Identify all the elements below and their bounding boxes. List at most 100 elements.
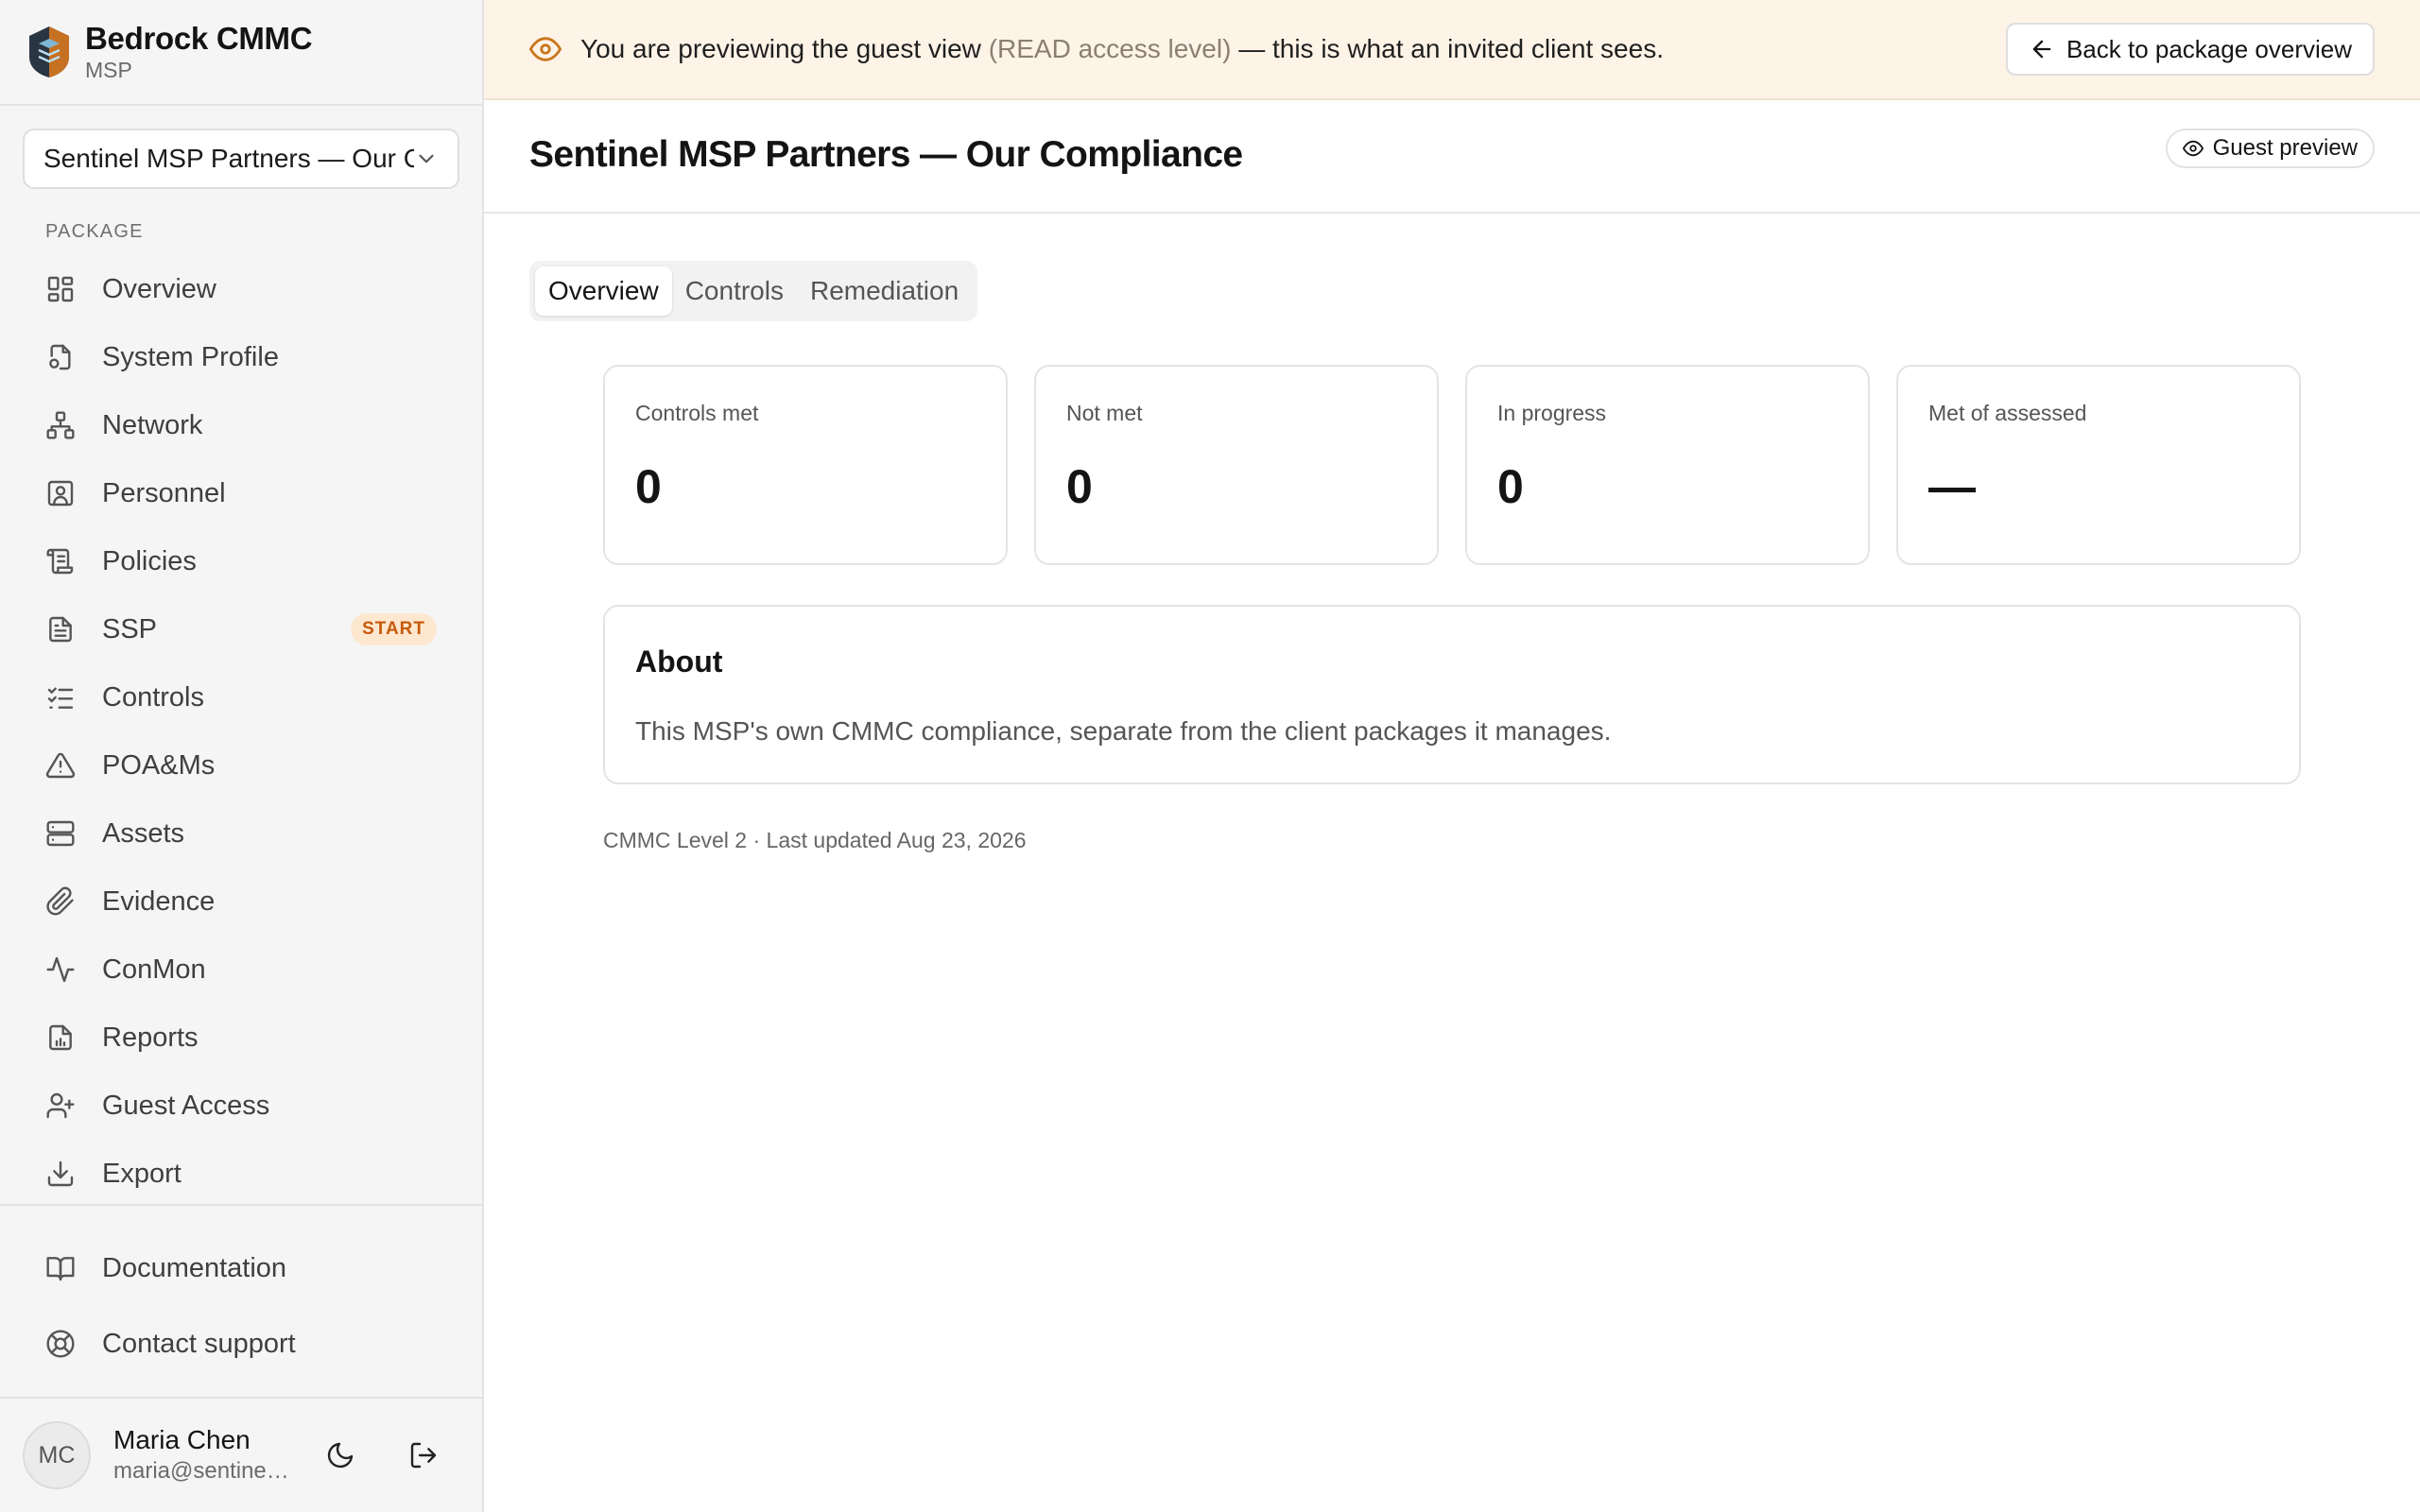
about-card: About This MSP's own CMMC compliance, se… — [603, 605, 2301, 784]
sidebar-item-reports[interactable]: Reports — [23, 1004, 461, 1072]
stat-value: 0 — [1066, 460, 1093, 513]
download-icon — [45, 1159, 76, 1189]
banner-text-start: You are previewing the guest view — [580, 34, 981, 63]
sidebar-item-label: ConMon — [102, 954, 206, 985]
app-root: Bedrock CMMC MSP Sentinel MSP Partners —… — [0, 0, 2420, 1512]
brand-name: Bedrock CMMC — [85, 21, 313, 56]
sidebar-item-poams[interactable]: POA&Ms — [23, 731, 461, 799]
sidebar-item-conmon[interactable]: ConMon — [23, 936, 461, 1004]
banner-access-level: (READ access level) — [988, 34, 1232, 63]
user-info: Maria Chen maria@sentinelmsp.com — [113, 1424, 293, 1486]
stat-card-in-progress: In progress 0 — [1465, 365, 1870, 565]
page-title: Sentinel MSP Partners — Our Compliance — [529, 134, 1243, 175]
page-header: Sentinel MSP Partners — Our Compliance G… — [484, 100, 2420, 214]
back-button-label: Back to package overview — [2066, 34, 2352, 63]
server-icon — [45, 818, 76, 849]
tab-controls[interactable]: Controls — [672, 266, 797, 316]
theme-toggle-button[interactable] — [314, 1429, 367, 1482]
sidebar-item-label: Reports — [102, 1022, 199, 1053]
stat-value: — — [1928, 460, 1976, 513]
banner-text-end: — this is what an invited client sees. — [1238, 34, 1664, 63]
about-text: This MSP's own CMMC compliance, separate… — [635, 716, 1612, 746]
brand-subtitle: MSP — [85, 58, 132, 82]
sidebar-item-label: Export — [102, 1158, 182, 1189]
sidebar-item-guest-access[interactable]: Guest Access — [23, 1072, 461, 1140]
sidebar-item-label: POA&Ms — [102, 749, 216, 781]
section-label-package: PACKAGE — [45, 221, 144, 242]
stat-label: In progress — [1497, 401, 1607, 425]
book-open-icon — [45, 1253, 76, 1283]
sidebar-divider — [0, 1204, 484, 1206]
sidebar-item-label: Personnel — [102, 477, 226, 508]
start-badge: START — [351, 613, 437, 645]
sidebar-item-label: Policies — [102, 545, 197, 576]
tab-remediation[interactable]: Remediation — [797, 266, 972, 316]
sidebar-nav: Overview System Profile Network Personne… — [23, 255, 461, 1208]
logout-icon — [410, 1442, 437, 1469]
package-meta: CMMC Level 2 · Last updated Aug 23, 2026 — [603, 828, 1027, 852]
user-email: maria@sentinelmsp.com — [113, 1458, 293, 1484]
file-settings-icon — [45, 342, 76, 372]
sidebar-item-ssp[interactable]: SSP START — [23, 595, 461, 663]
banner-text: You are previewing the guest view (READ … — [580, 34, 1664, 64]
network-icon — [45, 410, 76, 440]
sidebar-divider — [0, 1397, 484, 1399]
sidebar-item-policies[interactable]: Policies — [23, 527, 461, 595]
sidebar-item-evidence[interactable]: Evidence — [23, 868, 461, 936]
sidebar-item-label: Network — [102, 409, 203, 440]
sidebar: Bedrock CMMC MSP Sentinel MSP Partners —… — [0, 0, 484, 1512]
sidebar-item-network[interactable]: Network — [23, 391, 461, 459]
user-panel: MC Maria Chen maria@sentinelmsp.com — [23, 1419, 461, 1491]
sidebar-item-label: Documentation — [102, 1252, 287, 1283]
eye-icon — [2182, 140, 2204, 157]
activity-icon — [45, 954, 76, 985]
avatar[interactable]: MC — [23, 1421, 91, 1489]
scroll-icon — [45, 546, 76, 576]
user-name: Maria Chen — [113, 1425, 251, 1454]
stat-label: Not met — [1066, 401, 1143, 425]
sidebar-item-label: Assets — [102, 817, 185, 849]
arrow-left-icon — [2032, 40, 2051, 59]
sidebar-item-label: Guest Access — [102, 1090, 270, 1121]
stat-value: 0 — [635, 460, 662, 513]
main-content: You are previewing the guest view (READ … — [484, 0, 2420, 1512]
guest-preview-banner: You are previewing the guest view (READ … — [484, 0, 2420, 100]
sidebar-item-label: System Profile — [102, 341, 279, 372]
guest-preview-chip: Guest preview — [2165, 129, 2375, 168]
sidebar-item-controls[interactable]: Controls — [23, 663, 461, 731]
sidebar-item-label: SSP — [102, 613, 158, 644]
sidebar-item-documentation[interactable]: Documentation — [23, 1230, 461, 1306]
package-select-value: Sentinel MSP Partners — Our Compliance — [43, 144, 414, 173]
stats-row: Controls met 0 Not met 0 In progress 0 M… — [603, 365, 2301, 565]
sidebar-item-system-profile[interactable]: System Profile — [23, 323, 461, 391]
sidebar-item-export[interactable]: Export — [23, 1140, 461, 1208]
stat-card-not-met: Not met 0 — [1034, 365, 1439, 565]
user-plus-icon — [45, 1091, 76, 1121]
life-buoy-icon — [45, 1329, 76, 1359]
moon-icon — [327, 1442, 354, 1469]
sidebar-item-label: Contact support — [102, 1328, 296, 1359]
tab-list: Overview Controls Remediation — [529, 261, 978, 321]
file-text-icon — [45, 614, 76, 644]
sidebar-item-label: Controls — [102, 681, 204, 713]
sidebar-item-label: Overview — [102, 273, 216, 304]
alert-triangle-icon — [45, 750, 76, 781]
list-checks-icon — [45, 682, 76, 713]
sidebar-item-overview[interactable]: Overview — [23, 255, 461, 323]
user-square-icon — [45, 478, 76, 508]
stat-card-controls-met: Controls met 0 — [603, 365, 1008, 565]
stat-label: Met of assessed — [1928, 401, 2087, 425]
package-select[interactable]: Sentinel MSP Partners — Our Compliance — [23, 129, 459, 189]
stat-card-met-of-assessed: Met of assessed — — [1896, 365, 2301, 565]
layout-grid-icon — [45, 274, 76, 304]
file-chart-icon — [45, 1022, 76, 1053]
sidebar-item-assets[interactable]: Assets — [23, 799, 461, 868]
logout-button[interactable] — [397, 1429, 450, 1482]
sidebar-item-contact-support[interactable]: Contact support — [23, 1306, 461, 1382]
brand: Bedrock CMMC MSP — [0, 0, 482, 106]
sidebar-item-personnel[interactable]: Personnel — [23, 459, 461, 527]
logo-icon — [26, 25, 72, 79]
tab-overview[interactable]: Overview — [535, 266, 672, 316]
back-to-package-button[interactable]: Back to package overview — [2005, 23, 2375, 76]
stat-label: Controls met — [635, 401, 759, 425]
